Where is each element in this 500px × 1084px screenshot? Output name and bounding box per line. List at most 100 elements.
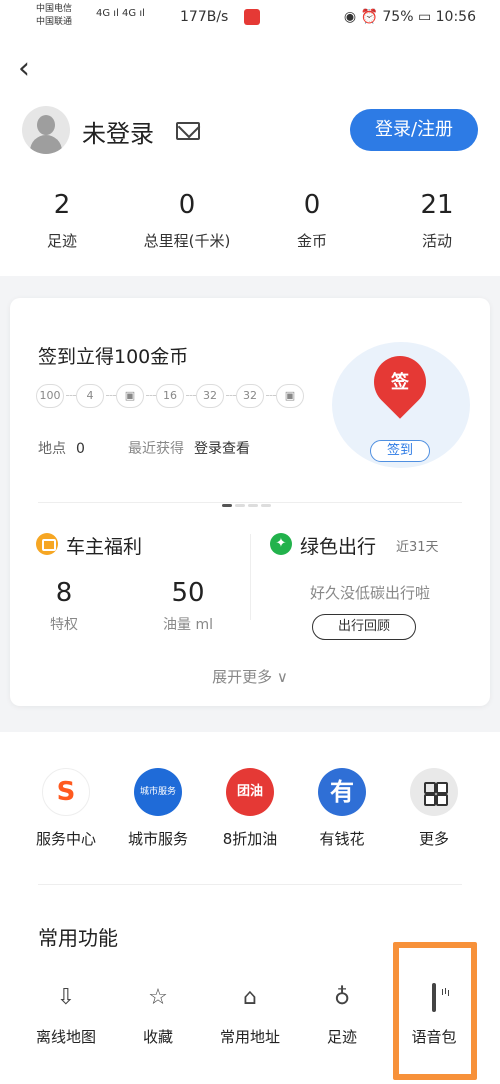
status-right: ◉ ⏰ 75% ▭ 10:56 — [344, 9, 476, 25]
tool-label: 足迹 — [326, 1028, 357, 1046]
tool-common-address[interactable]: ⌂ 常用地址 — [202, 984, 298, 1047]
coin-connector — [146, 395, 156, 396]
benefit-value: 50 — [171, 578, 205, 608]
carrier-1: 中国电信 — [36, 4, 73, 14]
user-stats: 2 足迹 0 总里程(千米) 0 金币 21 活动 — [0, 190, 500, 260]
stat-mileage[interactable]: 0 总里程(千米) — [127, 190, 247, 251]
car-benefit-icon — [36, 533, 58, 555]
expand-more-button[interactable]: 展开更多 ∨ — [10, 666, 490, 687]
battery-icon: ▭ — [417, 9, 432, 25]
benefit-privileges[interactable]: 8 特权 — [24, 578, 104, 634]
grid-icon — [410, 768, 458, 816]
signal-icon: 4G ıl 4G ıl — [96, 8, 145, 19]
green-travel-period: 近31天 — [396, 540, 439, 555]
login-register-button[interactable]: 登录/注册 — [350, 109, 478, 151]
star-icon: ☆ — [148, 985, 168, 1010]
carrier-labels: 中国电信 中国联通 — [36, 3, 72, 29]
tool-label: 离线地图 — [35, 1028, 96, 1046]
recent-label: 最近获得 — [128, 441, 184, 457]
coin-gift-icon: ▣ — [116, 384, 144, 408]
avatar-body — [30, 135, 62, 154]
service-label: 有钱花 — [319, 830, 365, 848]
green-travel-icon: ✦ — [270, 533, 292, 555]
username[interactable]: 未登录 — [82, 114, 154, 149]
car-benefit-title[interactable]: 车主福利 — [66, 532, 142, 559]
status-bar: 中国电信 中国联通 4G ıl 4G ıl 177B/s ◉ ⏰ 75% ▭ 1… — [0, 0, 500, 36]
benefit-label: 油量 ml — [163, 617, 213, 633]
stat-activities[interactable]: 21 活动 — [377, 190, 497, 251]
service-center-icon — [42, 768, 90, 816]
divider — [38, 884, 462, 885]
green-travel-title[interactable]: 绿色出行 — [300, 532, 376, 559]
battery-percent: 75% — [382, 9, 414, 25]
sign-badge: 签 — [391, 372, 409, 393]
stat-value: 21 — [420, 190, 454, 220]
checkin-title: 签到立得100金币 — [38, 346, 189, 368]
service-center[interactable]: 服务中心 — [18, 768, 114, 849]
tool-footprints[interactable]: ♁ 足迹 — [294, 984, 390, 1047]
tool-label: 常用地址 — [219, 1028, 280, 1046]
clock: 10:56 — [435, 9, 476, 25]
city-service-icon: 城市服务 — [134, 768, 182, 816]
benefit-fuel[interactable]: 50 油量 ml — [148, 578, 228, 634]
service-label: 城市服务 — [127, 830, 188, 848]
mic-icon — [244, 9, 260, 25]
location-label: 地点 — [38, 441, 66, 457]
fuel-discount[interactable]: 团油 8折加油 — [202, 768, 298, 849]
eye-icon: ◉ — [343, 9, 357, 25]
stat-value: 0 — [178, 190, 196, 220]
network-speed: 177B/s — [180, 9, 229, 25]
tool-offline-map[interactable]: ⇩ 离线地图 — [18, 984, 114, 1047]
home-star-icon: ⌂ — [243, 985, 257, 1010]
vertical-divider — [250, 534, 251, 620]
mail-icon[interactable] — [176, 122, 200, 140]
service-label: 8折加油 — [222, 830, 278, 848]
service-label: 服务中心 — [35, 830, 96, 848]
tool-favorites[interactable]: ☆ 收藏 — [110, 984, 206, 1047]
city-service[interactable]: 城市服务 城市服务 — [110, 768, 206, 849]
back-chevron-icon[interactable]: ‹ — [18, 54, 40, 86]
stat-value: 0 — [303, 190, 321, 220]
green-travel-message: 好久没低碳出行啦 — [309, 584, 430, 602]
avatar[interactable] — [22, 106, 70, 154]
location-row: 地点 0 — [38, 438, 85, 458]
coin-day-5: 32 — [196, 384, 224, 408]
tool-label: 收藏 — [142, 1028, 173, 1046]
coin-connector — [266, 395, 276, 396]
divider — [38, 502, 462, 503]
stat-footprints[interactable]: 2 足迹 — [2, 190, 122, 251]
stat-label: 金币 — [296, 232, 327, 250]
credit-icon: 有 — [318, 768, 366, 816]
service-label: 更多 — [418, 830, 449, 848]
stat-label: 活动 — [421, 232, 452, 250]
download-map-icon: ⇩ — [56, 985, 76, 1010]
trip-review-button[interactable]: 出行回顾 — [312, 614, 416, 640]
fuel-icon: 团油 — [226, 768, 274, 816]
carrier-2: 中国联通 — [36, 17, 73, 27]
coin-day-1: 100 — [36, 384, 64, 408]
stat-value: 2 — [53, 190, 71, 220]
avatar-head — [37, 115, 55, 135]
stat-label: 总里程(千米) — [143, 232, 231, 250]
location-value: 0 — [76, 441, 85, 457]
credit-service[interactable]: 有 有钱花 — [294, 768, 390, 849]
coin-gift-icon: ▣ — [276, 384, 304, 408]
more-services[interactable]: 更多 — [386, 768, 482, 849]
stat-label: 足迹 — [46, 232, 77, 250]
recent-row: 最近获得 登录查看 — [128, 438, 250, 458]
stat-coins[interactable]: 0 金币 — [252, 190, 372, 251]
coin-day-4: 16 — [156, 384, 184, 408]
coin-connector — [106, 395, 116, 396]
coin-connector — [226, 395, 236, 396]
footprint-icon: ♁ — [333, 985, 351, 1010]
benefit-value: 8 — [55, 578, 73, 608]
coin-connector — [186, 395, 196, 396]
sign-in-button[interactable]: 签到 — [370, 440, 430, 462]
checkin-card: 签到立得100金币 100 4 ▣ 16 32 32 ▣ 地点 0 最近获得 登录查… — [10, 298, 490, 706]
coin-day-6: 32 — [236, 384, 264, 408]
coin-connector — [66, 395, 76, 396]
highlight-box — [393, 942, 477, 1080]
login-view-link[interactable]: 登录查看 — [194, 441, 250, 457]
coin-day-2: 4 — [76, 384, 104, 408]
benefit-label: 特权 — [50, 617, 78, 633]
